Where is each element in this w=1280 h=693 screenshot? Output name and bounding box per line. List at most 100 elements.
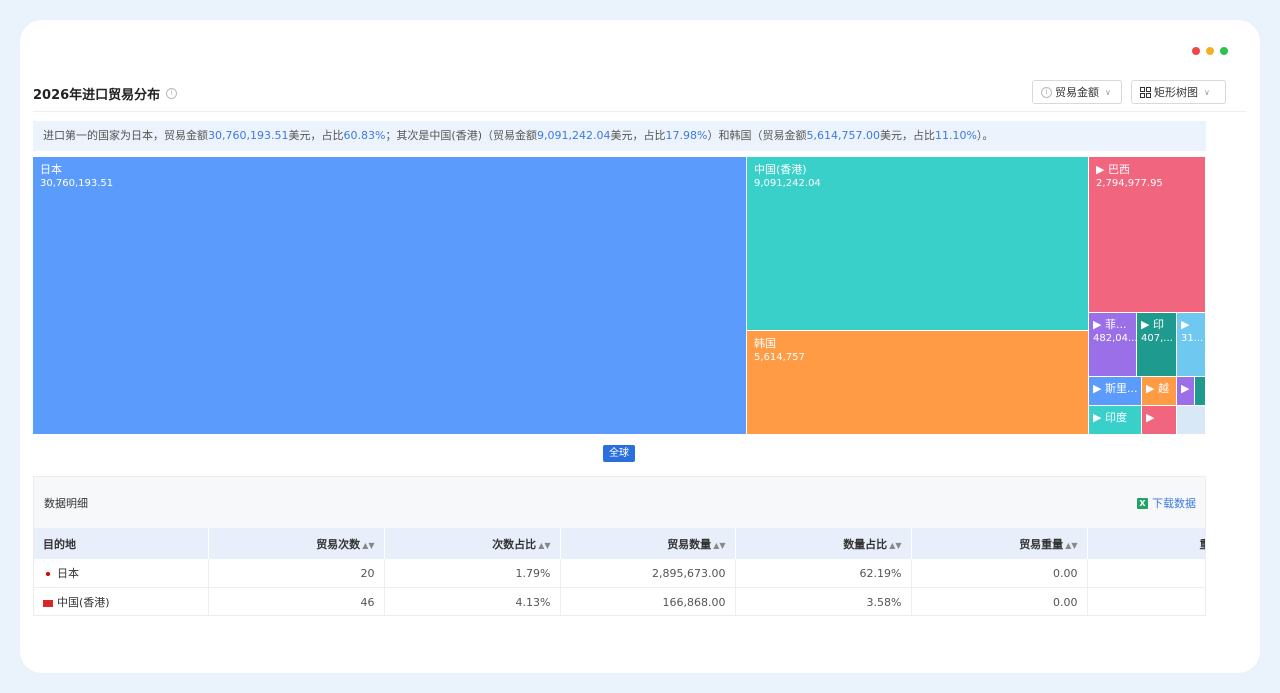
column-weight[interactable]: 贸易重量 ▲▼: [911, 528, 1088, 559]
tile-value: 482,04...: [1093, 333, 1137, 344]
summary-text: 进口第一的国家为日本，贸易金额30,760,193.51美元，占比60.83%；…: [33, 121, 1206, 151]
summary-value: 17.98%: [665, 129, 708, 142]
summary-part: 美元，占比: [610, 129, 666, 142]
table-title: 数据明细: [44, 497, 88, 510]
table-cell: 62.19%: [735, 559, 912, 588]
sort-icon[interactable]: ▲▼: [1065, 541, 1077, 550]
column-label: 贸易数量: [667, 537, 712, 551]
metric-select-label: 贸易金额: [1055, 86, 1099, 99]
table-cell: 3.58%: [735, 587, 912, 615]
tile-name: ▶ 斯里...: [1093, 382, 1138, 395]
treemap-tile-vietnam[interactable]: ▶ 越: [1142, 377, 1177, 406]
treemap-tile-other-3[interactable]: ▶: [1142, 406, 1177, 435]
summary-part: ）和韩国（贸易金额: [707, 129, 807, 142]
column-label: 次数占比: [492, 537, 537, 551]
tile-name: ▶ 越: [1146, 382, 1169, 395]
table-cell: 0.00: [911, 559, 1088, 588]
treemap-tile-india[interactable]: ▶ 印度: [1089, 406, 1142, 435]
tile-value: 407,...: [1141, 333, 1173, 344]
tile-name: ▶: [1181, 382, 1190, 395]
tile-value: 2,794,977.95: [1096, 178, 1163, 189]
info-circle-icon: i: [1041, 86, 1052, 98]
treemap-tile-brazil[interactable]: ▶ 巴西 2,794,977.95: [1089, 157, 1206, 313]
sort-icon[interactable]: ▲▼: [713, 541, 725, 550]
tile-name: ▶ 印度: [1093, 411, 1127, 424]
table-toolbar: 数据明细 X 下载数据: [34, 477, 1205, 528]
window-dots: [1192, 47, 1228, 55]
table-cell: 46: [208, 587, 385, 615]
table-row[interactable]: 中国(香港) 46 4.13% 166,868.00 3.58% 0.00: [34, 587, 1205, 615]
tile-name: 中国(香港): [754, 163, 807, 176]
treemap-tile-other-1[interactable]: ▶ 31...: [1177, 313, 1206, 377]
summary-part: ）。: [976, 129, 994, 142]
japan-flag-icon: [43, 570, 53, 578]
chart-type-select-label: 矩形树图: [1154, 86, 1198, 99]
grid-icon: [1140, 86, 1151, 98]
chevron-down-icon: ∨: [1204, 87, 1210, 97]
treemap-tile-small[interactable]: [1195, 377, 1206, 406]
treemap-tile-philippines[interactable]: ▶ 菲... 482,04...: [1089, 313, 1137, 377]
column-trade-count[interactable]: 贸易次数 ▲▼: [208, 528, 385, 559]
column-label: 贸易重量: [1019, 537, 1064, 551]
column-quantity[interactable]: 贸易数量 ▲▼: [560, 528, 736, 559]
tile-name: ▶ 巴西: [1096, 163, 1130, 176]
data-detail-panel: 数据明细 X 下载数据 目的地 贸易次数 ▲▼ 次数占比 ▲▼ 贸易数量 ▲▼ 数量占…: [33, 476, 1206, 616]
tile-value: 31...: [1181, 333, 1204, 344]
tile-name: 韩国: [754, 337, 776, 350]
treemap-tile-tiny[interactable]: [1177, 406, 1206, 435]
summary-value: 5,614,757.00: [806, 129, 880, 142]
summary-value: 30,760,193.51: [208, 129, 289, 142]
table-cell: 0.00: [911, 587, 1088, 615]
column-label: 重: [1200, 538, 1206, 551]
chart-type-select[interactable]: 矩形树图 ∨: [1131, 80, 1226, 104]
column-quantity-share[interactable]: 数量占比 ▲▼: [735, 528, 912, 559]
table-cell: 2,895,673.00: [560, 559, 736, 588]
table-header-row: 目的地 贸易次数▲▼ 次数占比▲▼ 贸易数量▲▼ 数量占比▲▼ 贸易重量▲▼ 重: [34, 528, 1206, 559]
treemap-tile-japan[interactable]: 日本 30,760,193.51: [33, 157, 747, 435]
global-scope-button[interactable]: 全球: [603, 445, 635, 462]
treemap-tile-other-2[interactable]: ▶: [1177, 377, 1195, 406]
table-cell: 中国(香港): [34, 587, 209, 615]
summary-value: 9,091,242.04: [537, 129, 611, 142]
summary-value: 60.83%: [343, 129, 386, 142]
table-row[interactable]: 日本 20 1.79% 2,895,673.00 62.19% 0.00: [34, 559, 1205, 588]
sort-icon[interactable]: ▲▼: [889, 541, 901, 550]
tile-value: 9,091,242.04: [754, 178, 821, 189]
tile-value: 5,614,757: [754, 352, 805, 363]
table-cell: 166,868.00: [560, 587, 736, 615]
column-destination[interactable]: 目的地: [34, 528, 209, 559]
sort-icon[interactable]: ▲▼: [362, 541, 374, 550]
table-cell: [1087, 587, 1205, 615]
tile-name: ▶: [1146, 411, 1155, 424]
table-cell: 20: [208, 559, 385, 588]
column-label: 贸易次数: [316, 537, 361, 551]
treemap-tile-korea[interactable]: 韩国 5,614,757: [747, 331, 1089, 435]
summary-part: 美元，占比: [879, 129, 935, 142]
data-table: 目的地 贸易次数▲▼ 次数占比▲▼ 贸易数量▲▼ 数量占比▲▼ 贸易重量▲▼ 重…: [34, 528, 1206, 615]
column-count-share[interactable]: 次数占比 ▲▼: [384, 528, 561, 559]
treemap-tile-srilanka[interactable]: ▶ 斯里...: [1089, 377, 1142, 406]
table-cell: [1087, 559, 1205, 588]
yellow-dot: [1206, 47, 1214, 55]
summary-part: 进口第一的国家为日本，贸易金额: [43, 129, 208, 142]
sort-icon[interactable]: ▲▼: [538, 541, 550, 550]
column-weight-share[interactable]: 重: [1087, 528, 1206, 559]
treemap-tile-indonesia[interactable]: ▶ 印 407,...: [1137, 313, 1177, 377]
divider: [33, 111, 1246, 112]
tile-name: ▶ 菲...: [1093, 318, 1127, 331]
download-button[interactable]: X 下载数据: [1137, 495, 1196, 511]
treemap: 日本 30,760,193.51 中国(香港) 9,091,242.04 韩国 …: [33, 157, 1206, 435]
metric-select[interactable]: i 贸易金额 ∨: [1032, 80, 1122, 104]
summary-part: ；其次是中国(香港)（贸易金额: [385, 129, 538, 142]
column-label: 目的地: [43, 537, 76, 551]
download-label: 下载数据: [1152, 497, 1196, 510]
cell-text: 中国(香港): [57, 596, 110, 609]
tile-name: ▶ 印: [1141, 318, 1164, 331]
green-dot: [1220, 47, 1228, 55]
table-cell: 4.13%: [384, 587, 561, 615]
summary-part: 美元，占比: [288, 129, 344, 142]
red-dot: [1192, 47, 1200, 55]
tile-value: 30,760,193.51: [40, 178, 114, 189]
treemap-tile-hongkong[interactable]: 中国(香港) 9,091,242.04: [747, 157, 1089, 331]
info-icon[interactable]: i: [166, 88, 178, 99]
